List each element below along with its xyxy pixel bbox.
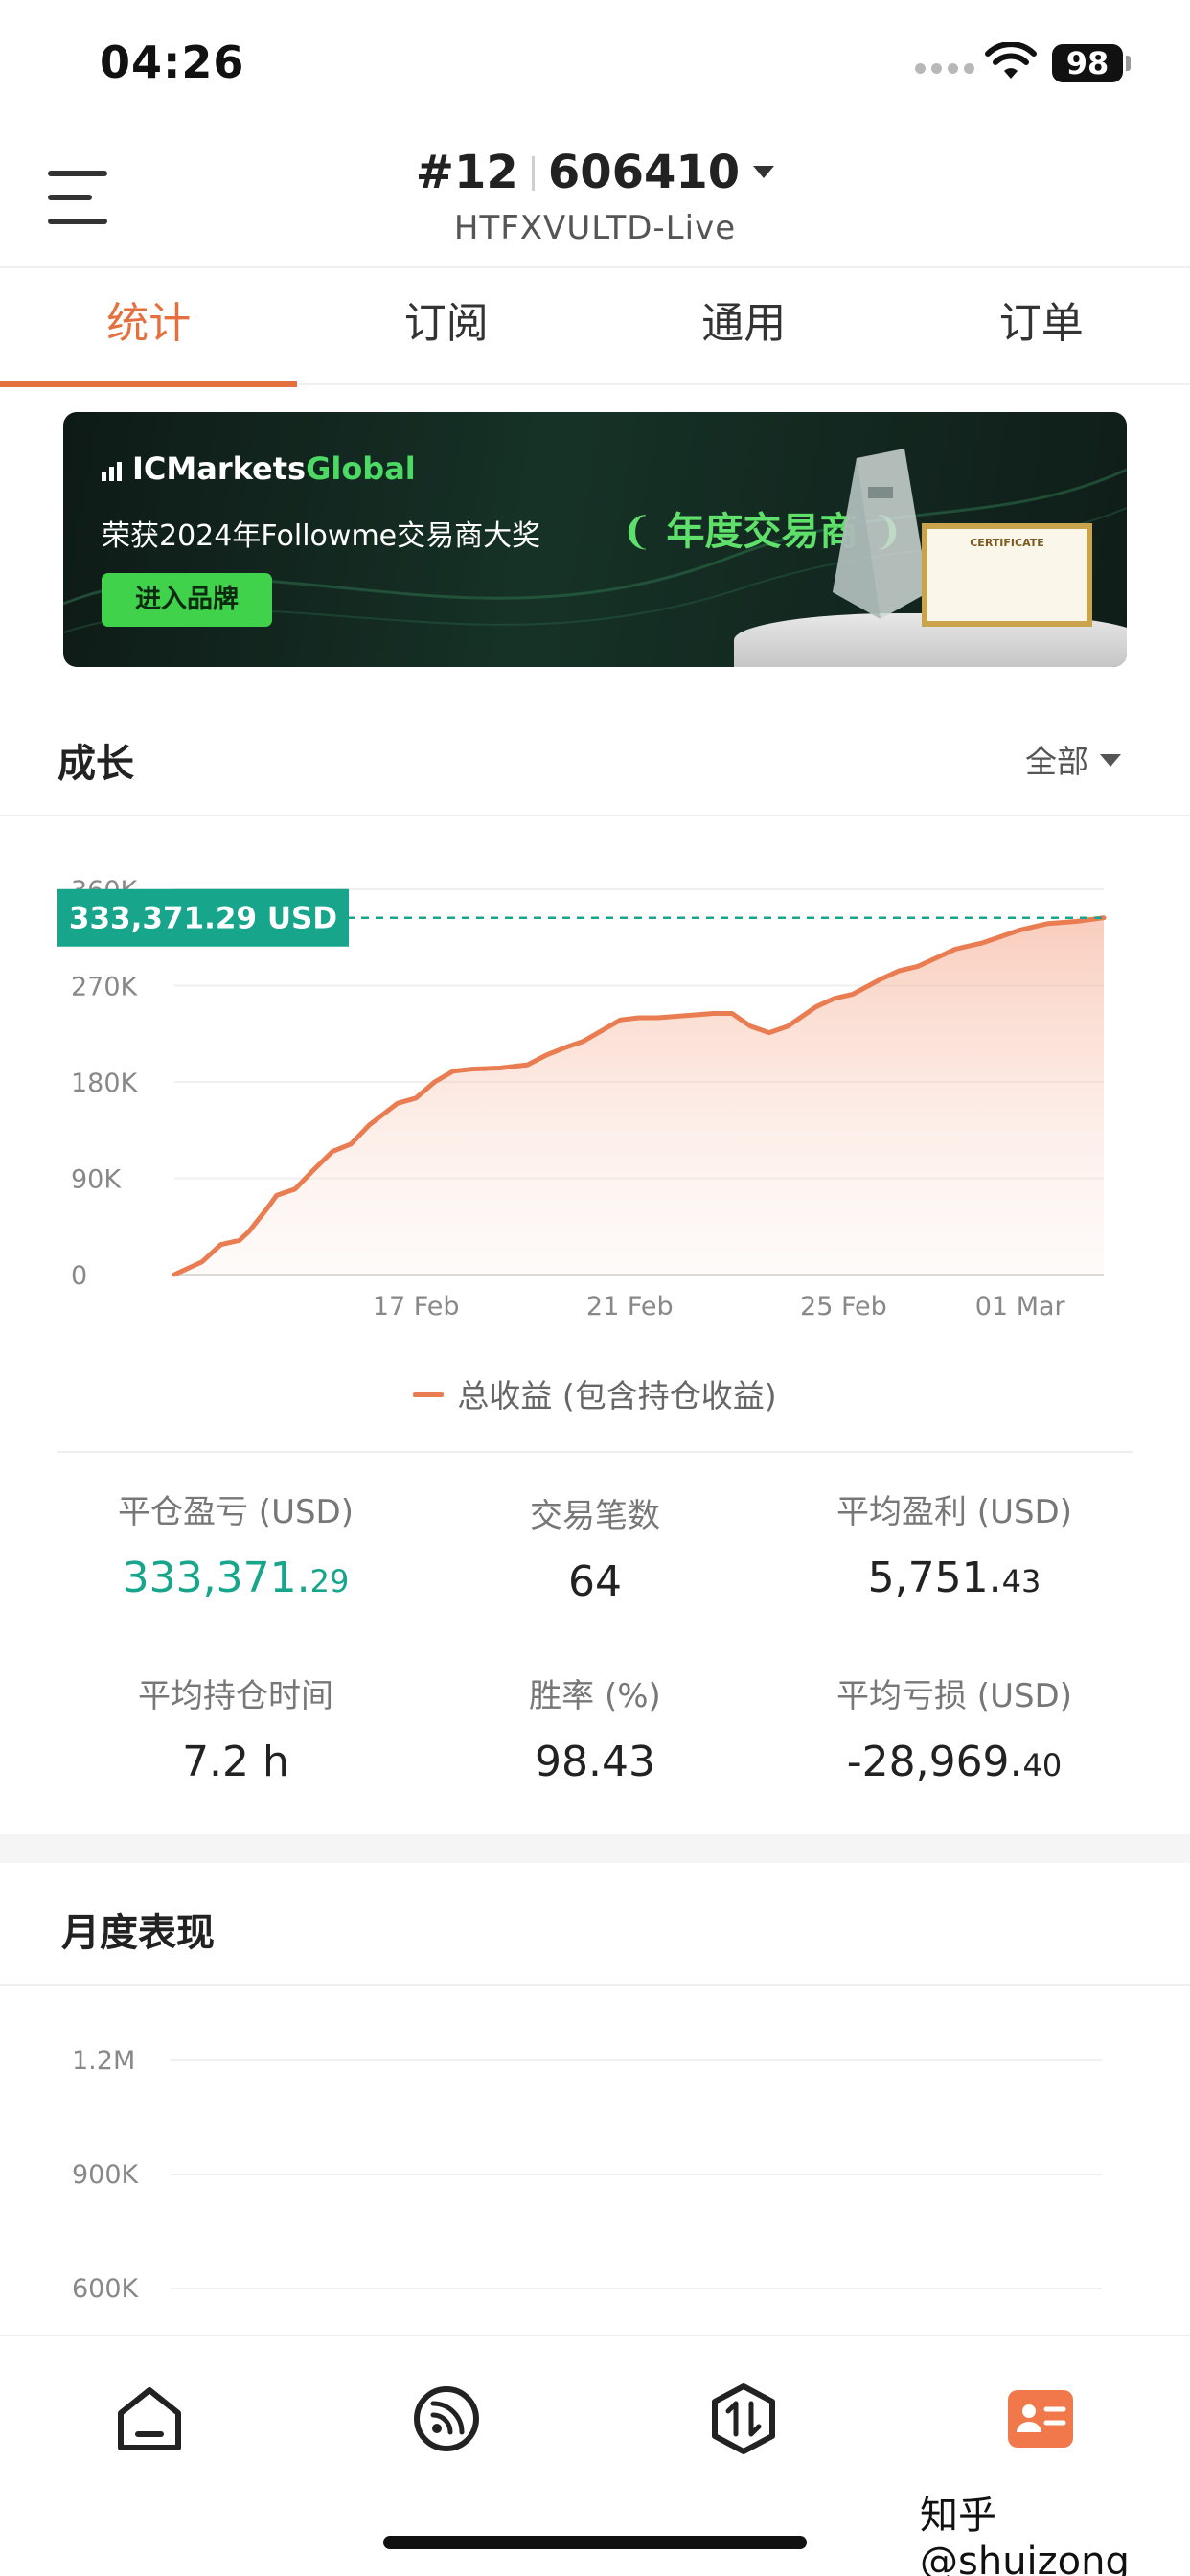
battery-level: 98 — [1052, 44, 1123, 82]
chart-area-fill — [174, 917, 1104, 1275]
account-rank: #12 — [415, 146, 518, 199]
stat-avg-loss-value: -28,969.40 — [846, 1737, 1063, 1786]
cellular-signal-icon — [915, 63, 974, 74]
chart-legend: 总收益 (包含持仓收益) — [0, 1370, 1190, 1416]
section-gap — [0, 1834, 1190, 1863]
stats-grid: 平仓盈亏 (USD) 333,371.29 交易笔数 64 平均盈利 (USD)… — [0, 1485, 1190, 1830]
chart-xtick-label: 25 Feb — [800, 1292, 887, 1322]
chart-ytick-label: 0 — [71, 1261, 87, 1291]
chart-ytick-label: 180K — [71, 1069, 139, 1098]
stat-avg-profit: 平均盈利 (USD) 5,751.43 — [772, 1485, 1136, 1602]
account-server: HTFXVULTD-Live — [453, 209, 737, 247]
stat-avg-profit-value: 5,751.43 — [867, 1553, 1041, 1602]
stat-avg-hold-time: 平均持仓时间 7.2 h — [54, 1669, 418, 1786]
chevron-down-icon — [753, 166, 775, 178]
chart-ytick-label: 90K — [71, 1165, 122, 1195]
certificate-image: CERTIFICATE — [922, 523, 1092, 627]
rank-separator — [531, 156, 535, 191]
stat-avg-loss: 平均亏损 (USD) -28,969.40 — [772, 1669, 1136, 1786]
ic-markets-logo: ICMarketsGlobal — [102, 450, 416, 487]
status-bar: 04:26 98 — [0, 0, 1190, 125]
range-dropdown[interactable]: 全部 — [1025, 736, 1121, 782]
growth-chart: 090K180K270K360K 17 Feb21 Feb25 Feb01 Ma… — [0, 824, 1190, 1361]
monthly-ytick-1.2m: 1.2M — [72, 2046, 135, 2076]
battery-tip — [1126, 56, 1131, 71]
stat-closed-pnl: 平仓盈亏 (USD) 333,371.29 — [54, 1485, 418, 1602]
home-icon[interactable] — [113, 2382, 186, 2455]
chart-ytick-label: 270K — [71, 973, 139, 1002]
logo-bars-icon — [102, 462, 122, 481]
wifi-icon — [985, 42, 1037, 79]
account-number: 606410 — [547, 146, 741, 199]
chart-xtick-label: 21 Feb — [586, 1292, 674, 1322]
stat-win-rate-value: 98.43 — [535, 1737, 655, 1786]
banner-headline: 荣获2024年Followme交易商大奖 — [102, 519, 541, 553]
tab-general[interactable]: 通用 — [595, 270, 893, 383]
growth-section-title: 成长 — [57, 742, 134, 786]
section-divider — [0, 815, 1190, 816]
current-value-label: 333,371.29 USD — [69, 902, 337, 936]
trophy-icon — [833, 448, 928, 619]
tab-orders[interactable]: 订单 — [893, 270, 1190, 383]
chart-xtick-label: 01 Mar — [975, 1292, 1066, 1322]
monthly-ytick-900k: 900K — [72, 2160, 140, 2190]
section-divider — [0, 1984, 1190, 1986]
status-time: 04:26 — [100, 36, 245, 88]
tab-statistics[interactable]: 统计 — [0, 270, 298, 387]
monthly-ytick-600k: 600K — [72, 2274, 140, 2304]
legend-swatch — [413, 1392, 445, 1397]
monthly-section-title: 月度表现 — [61, 1911, 215, 1955]
monthly-chart: 1.2M 900K 600K — [0, 2003, 1190, 2334]
chevron-down-icon — [1100, 754, 1121, 767]
tab-subscribe[interactable]: 订阅 — [298, 270, 596, 383]
stat-avg-hold-time-value: 7.2 h — [182, 1737, 289, 1786]
growth-chart-svg: 090K180K270K360K 17 Feb21 Feb25 Feb01 Ma… — [57, 876, 1107, 1322]
feed-icon[interactable] — [410, 2382, 483, 2455]
stat-trade-count-value: 64 — [568, 1557, 622, 1606]
promo-banner[interactable]: ICMarketsGlobal 荣获2024年Followme交易商大奖 ❨ 年… — [63, 412, 1127, 667]
chart-divider — [57, 1451, 1133, 1453]
enter-brand-button[interactable]: 进入品牌 — [102, 573, 272, 627]
trade-icon[interactable] — [707, 2382, 780, 2455]
stat-closed-pnl-value: 333,371.29 — [122, 1553, 350, 1602]
home-indicator[interactable] — [383, 2536, 807, 2549]
chart-xtick-label: 17 Feb — [373, 1292, 460, 1322]
tab-bar: 统计 订阅 通用 订单 — [0, 270, 1190, 387]
monthly-chart-svg: 1.2M 900K 600K — [72, 2046, 1102, 2304]
profile-card-icon[interactable] — [1004, 2382, 1077, 2455]
stat-win-rate: 胜率 (%) 98.43 — [413, 1669, 777, 1786]
stat-trade-count: 交易笔数 64 — [413, 1489, 777, 1606]
account-selector[interactable]: #12 606410 — [0, 146, 1190, 199]
account-header: #12 606410 HTFXVULTD-Live — [0, 125, 1190, 268]
watermark: 知乎 @shuizong — [920, 2494, 1130, 2576]
